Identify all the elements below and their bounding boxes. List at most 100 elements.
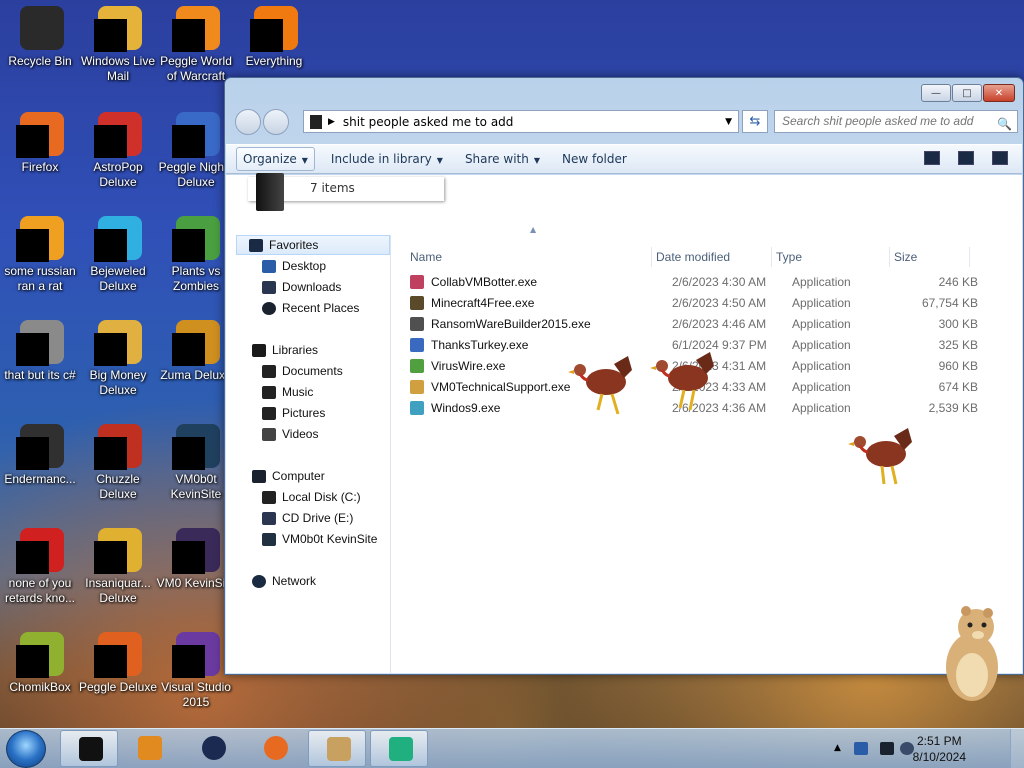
taskbar-package-button[interactable]	[370, 730, 428, 767]
desktop-icon-item[interactable]: Peggle World of Warcraft	[156, 4, 236, 84]
desktop-icon-item[interactable]: none of you retards kno...	[0, 526, 80, 606]
breadcrumb-arrow-icon[interactable]: ▶	[328, 117, 335, 127]
breadcrumb-current-folder[interactable]: shit people asked me to add	[343, 115, 513, 129]
desktop-icon-item[interactable]: Peggle Deluxe	[78, 630, 158, 695]
start-button[interactable]	[6, 730, 46, 768]
nav-cd-drive-label: CD Drive (E:)	[282, 511, 354, 525]
nav-documents[interactable]: Documents	[262, 361, 343, 381]
nav-libraries-label: Libraries	[272, 343, 319, 357]
pvz-icon	[172, 214, 220, 262]
chevron-down-icon: ▼	[436, 156, 443, 165]
preview-pane-icon[interactable]	[958, 151, 974, 165]
maximize-button[interactable]: □	[952, 84, 982, 102]
file-size: 960 KB	[938, 359, 978, 373]
mail-icon	[94, 4, 142, 52]
nav-pictures[interactable]: Pictures	[262, 403, 325, 423]
file-row[interactable]: Minecraft4Free.exe 2/6/2023 4:50 AM Applic…	[410, 293, 990, 314]
file-date: 2/6/2023 4:46 AM	[672, 317, 767, 331]
address-bar[interactable]: ▶ shit people asked me to add ▼	[303, 110, 739, 133]
desktop-icon-item[interactable]: Recycle Bin	[0, 4, 80, 69]
redaction-block	[16, 437, 49, 470]
media-player-icon	[138, 736, 162, 760]
include-in-library-button[interactable]: Include in library ▼	[325, 148, 449, 170]
taskbar-explorer-button[interactable]	[60, 730, 118, 767]
clock[interactable]: 2:51 PM 8/10/2024	[913, 733, 966, 765]
nav-desktop[interactable]: Desktop	[262, 256, 326, 276]
nav-downloads[interactable]: Downloads	[262, 277, 341, 297]
column-header-type[interactable]: Type	[772, 247, 890, 267]
nav-local-disk[interactable]: Local Disk (C:)	[262, 487, 361, 507]
change-view-icon[interactable]	[924, 151, 940, 165]
computer-icon	[252, 469, 266, 483]
file-name: Minecraft4Free.exe	[431, 296, 535, 310]
nav-favorites[interactable]: Favorites	[236, 235, 390, 255]
music-icon	[262, 385, 276, 399]
file-row[interactable]: CollabVMBotter.exe 2/6/2023 4:30 AM Applic…	[410, 272, 990, 293]
desktop-icon-item[interactable]: that but its c#	[0, 318, 80, 383]
desktop-icon-item[interactable]: Bejeweled Deluxe	[78, 214, 158, 294]
address-dropdown-icon[interactable]: ▼	[725, 117, 732, 127]
desktop-icon-item[interactable]: AstroPop Deluxe	[78, 110, 158, 190]
tray-app-icon[interactable]	[854, 742, 868, 755]
nav-cd-drive[interactable]: CD Drive (E:)	[262, 508, 353, 528]
redaction-block	[172, 125, 205, 158]
command-bar: Organize ▼ Include in library ▼ Share with…	[226, 144, 1022, 174]
show-hidden-icons-icon[interactable]: ▲	[834, 743, 848, 756]
desktop-icon-item[interactable]: Firefox	[0, 110, 80, 175]
file-type: Application	[792, 338, 851, 352]
new-folder-button[interactable]: New folder	[556, 148, 633, 170]
nav-network[interactable]: Network	[252, 571, 316, 591]
desktop-icon-label: Peggle Deluxe	[78, 680, 158, 694]
sort-arrow-icon: ▲	[530, 225, 537, 234]
desktop-icon-item[interactable]: Chuzzle Deluxe	[78, 422, 158, 502]
taskbar-ie-button[interactable]	[184, 730, 242, 767]
globe-icon	[202, 736, 226, 760]
close-button[interactable]: ✕	[983, 84, 1015, 102]
nav-computer[interactable]: Computer	[252, 466, 325, 486]
redaction-block	[94, 19, 127, 52]
nav-vm0b0t[interactable]: VM0b0t KevinSite	[262, 529, 377, 549]
file-name: Windos9.exe	[431, 401, 501, 415]
minimize-button[interactable]: —	[921, 84, 951, 102]
back-button[interactable]	[235, 109, 261, 135]
folder-icon	[310, 114, 322, 129]
redaction-block	[94, 333, 127, 366]
file-row[interactable]: RansomWareBuilder2015.exe 2/6/2023 4:46 A…	[410, 314, 990, 335]
taskbar-big-money-button[interactable]	[308, 730, 366, 767]
organize-button[interactable]: Organize ▼	[236, 147, 315, 171]
nav-videos[interactable]: Videos	[262, 424, 318, 444]
column-header-date[interactable]: Date modified	[652, 247, 772, 267]
nav-recent-places[interactable]: Recent Places	[262, 298, 359, 318]
desktop-icon-item[interactable]: Everything	[234, 4, 314, 69]
desktop-icon-item[interactable]: Windows Live Mail	[78, 4, 158, 84]
favorites-icon	[249, 238, 263, 252]
desktop-icon-item[interactable]: Insaniquar... Deluxe	[78, 526, 158, 606]
package-icon	[389, 737, 413, 761]
desktop-icon-item[interactable]: ChomikBox	[0, 630, 80, 695]
taskbar-firefox-button[interactable]	[246, 730, 304, 767]
search-icon[interactable]: 🔍	[997, 114, 1012, 135]
network-drive-icon	[262, 532, 276, 546]
share-with-button[interactable]: Share with ▼	[459, 148, 546, 170]
column-header-size[interactable]: Size	[890, 247, 970, 267]
taskbar-media-player-button[interactable]	[120, 730, 178, 767]
network-tray-icon[interactable]	[880, 742, 894, 755]
disk-icon	[262, 490, 276, 504]
search-input[interactable]	[782, 114, 992, 128]
desktop-icon-item[interactable]: Big Money Deluxe	[78, 318, 158, 398]
libraries-icon	[252, 343, 266, 357]
column-header-name[interactable]: Name	[392, 247, 652, 267]
nav-libraries[interactable]: Libraries	[252, 340, 318, 360]
nav-music[interactable]: Music	[262, 382, 313, 402]
search-box[interactable]: 🔍	[774, 110, 1018, 133]
desktop-icon-item[interactable]: Endermanc...	[0, 422, 80, 487]
csharp-icon	[16, 318, 64, 366]
show-desktop-button[interactable]	[1010, 729, 1024, 768]
refresh-button[interactable]: ⇆	[742, 110, 768, 133]
astropop-icon	[94, 110, 142, 158]
visual-studio-icon	[172, 630, 220, 678]
help-icon[interactable]	[992, 151, 1008, 165]
file-type: Application	[792, 296, 851, 310]
desktop-icon-item[interactable]: some russian ran a rat	[0, 214, 80, 294]
forward-button[interactable]	[263, 109, 289, 135]
